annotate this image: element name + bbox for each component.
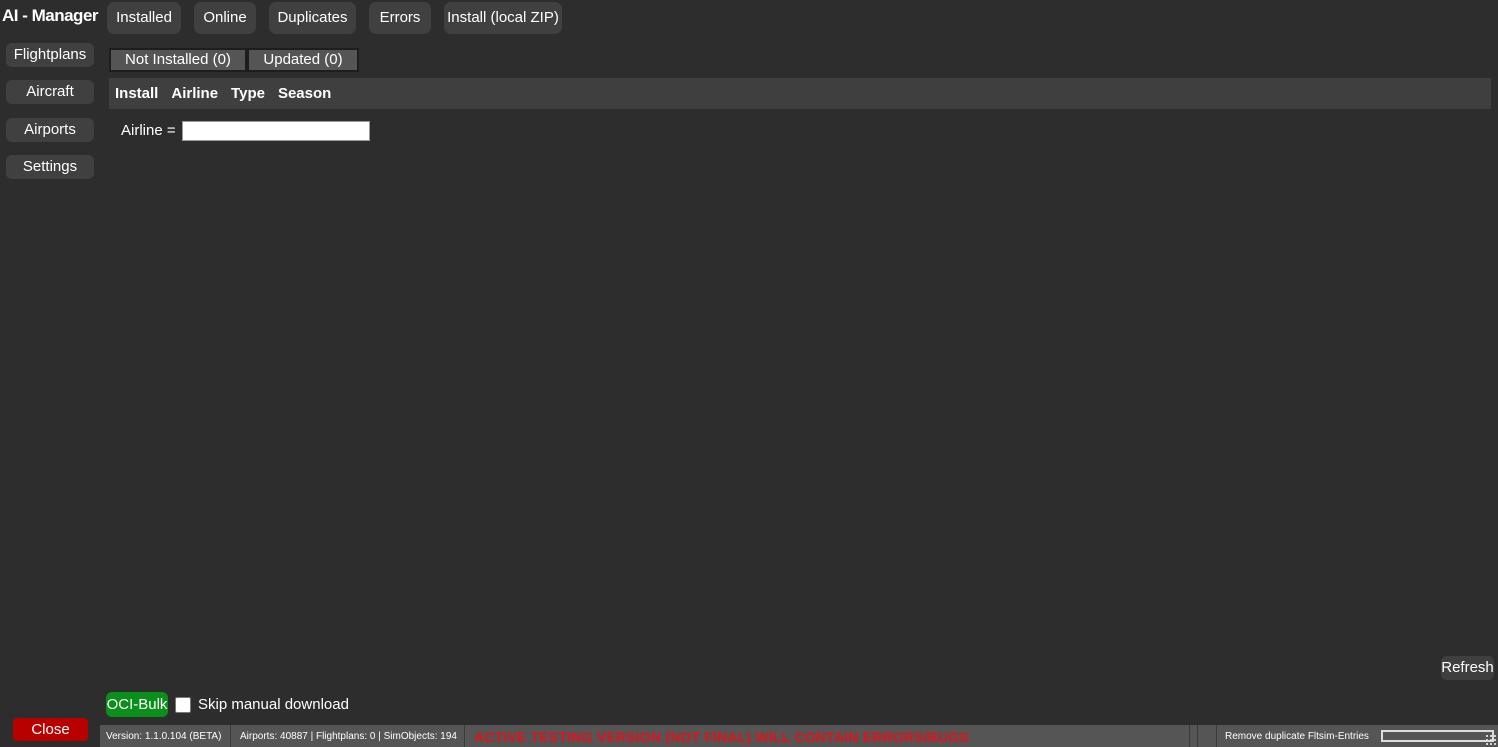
- status-task: Remove duplicate Fltsim-Entries: [1225, 731, 1369, 742]
- airline-filter-label: Airline =: [121, 122, 176, 139]
- status-progress-bar: [1381, 730, 1494, 742]
- column-header-season[interactable]: Season: [278, 85, 331, 102]
- status-spacer-1: [1190, 725, 1198, 747]
- column-header-install[interactable]: Install: [115, 85, 158, 102]
- app-window: AI - Manager Installed Online Duplicates…: [0, 0, 1498, 747]
- table-header: Install Airline Type Season: [109, 78, 1491, 109]
- app-logo: AI - Manager: [2, 6, 99, 25]
- status-bar: Version: 1.1.0.104 (BETA) Airports: 4088…: [100, 725, 1498, 747]
- airline-filter-input[interactable]: [182, 121, 370, 141]
- status-counts: Airports: 40887 | Flightplans: 0 | SimOb…: [234, 725, 465, 747]
- tab-updated[interactable]: Updated (0): [247, 48, 359, 72]
- nav-installed-button[interactable]: Installed: [107, 2, 181, 34]
- sidebar-item-flightplans[interactable]: Flightplans: [6, 43, 94, 67]
- resize-grip-icon[interactable]: [1485, 734, 1497, 746]
- close-button[interactable]: Close: [13, 718, 88, 741]
- status-spacer-2: [1198, 725, 1217, 747]
- sidebar-item-aircraft[interactable]: Aircraft: [6, 80, 94, 104]
- sidebar-item-airports[interactable]: Airports: [6, 118, 94, 142]
- refresh-button[interactable]: Refresh: [1441, 656, 1494, 680]
- sidebar-item-settings[interactable]: Settings: [6, 155, 94, 179]
- nav-online-button[interactable]: Online: [194, 2, 256, 34]
- status-version: Version: 1.1.0.104 (BETA): [100, 725, 231, 747]
- skip-manual-download-checkbox[interactable]: [175, 697, 191, 713]
- status-warning: ACTIVE TESTING VERSION (NOT FINAL) WILL …: [468, 725, 1190, 747]
- column-header-type[interactable]: Type: [231, 85, 265, 102]
- skip-manual-download-label: Skip manual download: [198, 696, 349, 713]
- nav-errors-button[interactable]: Errors: [369, 2, 431, 34]
- nav-install-zip-button[interactable]: Install (local ZIP): [444, 2, 562, 34]
- column-header-airline[interactable]: Airline: [171, 85, 218, 102]
- nav-duplicates-button[interactable]: Duplicates: [269, 2, 356, 34]
- oci-bulk-button[interactable]: OCI-Bulk: [106, 692, 168, 717]
- tab-not-installed[interactable]: Not Installed (0): [109, 48, 247, 72]
